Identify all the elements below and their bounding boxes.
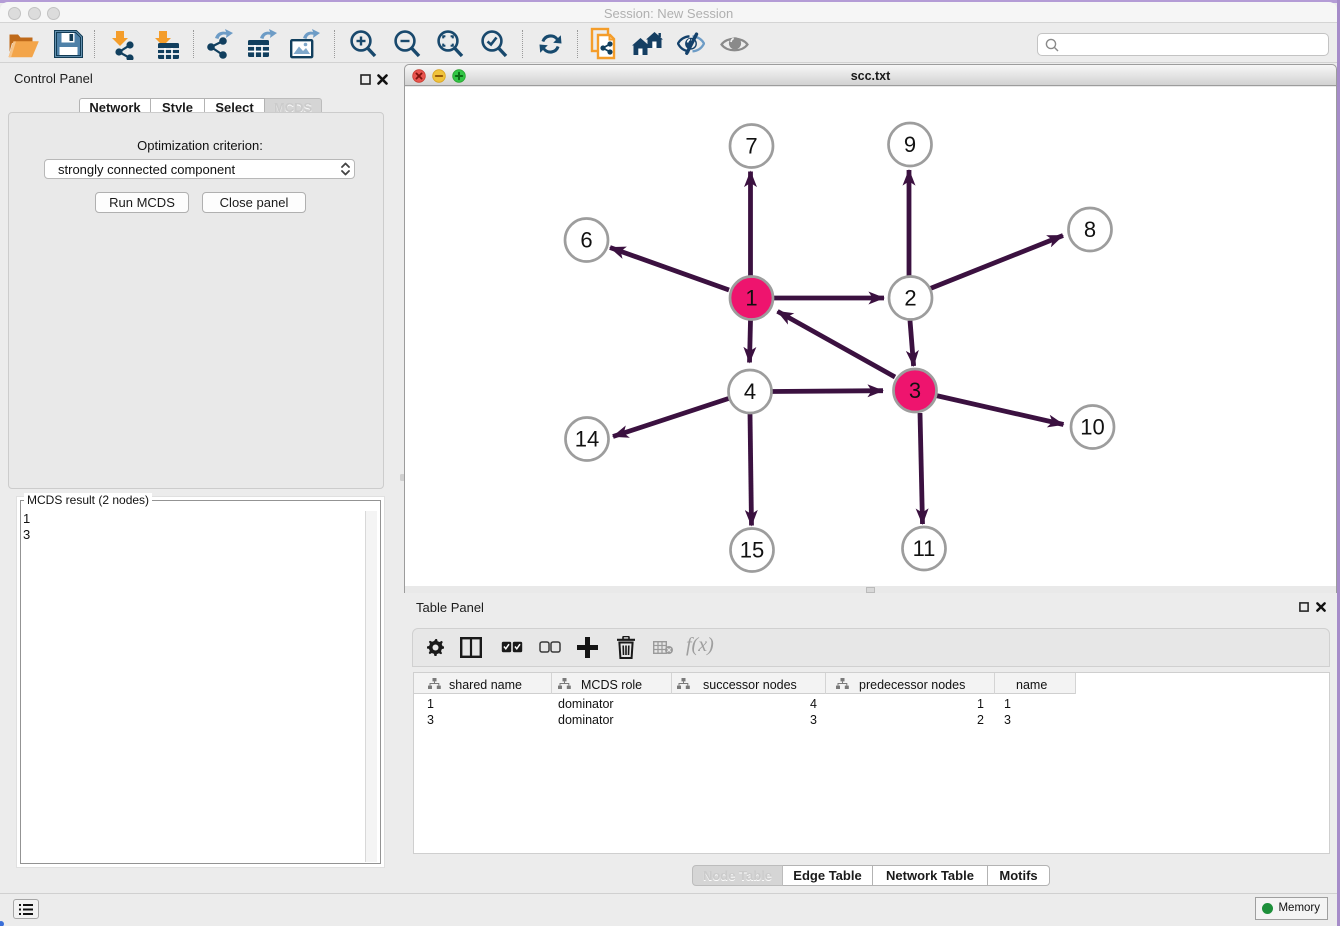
svg-text:11: 11	[913, 536, 936, 561]
svg-text:15: 15	[740, 538, 764, 563]
svg-text:3: 3	[909, 378, 921, 403]
svg-text:6: 6	[580, 228, 592, 253]
svg-text:2: 2	[904, 286, 916, 311]
svg-text:4: 4	[744, 379, 756, 404]
svg-text:8: 8	[1084, 217, 1096, 242]
svg-text:10: 10	[1080, 415, 1104, 440]
svg-text:9: 9	[904, 132, 916, 157]
svg-text:1: 1	[745, 286, 757, 311]
svg-text:7: 7	[745, 134, 757, 159]
svg-text:14: 14	[575, 427, 599, 452]
